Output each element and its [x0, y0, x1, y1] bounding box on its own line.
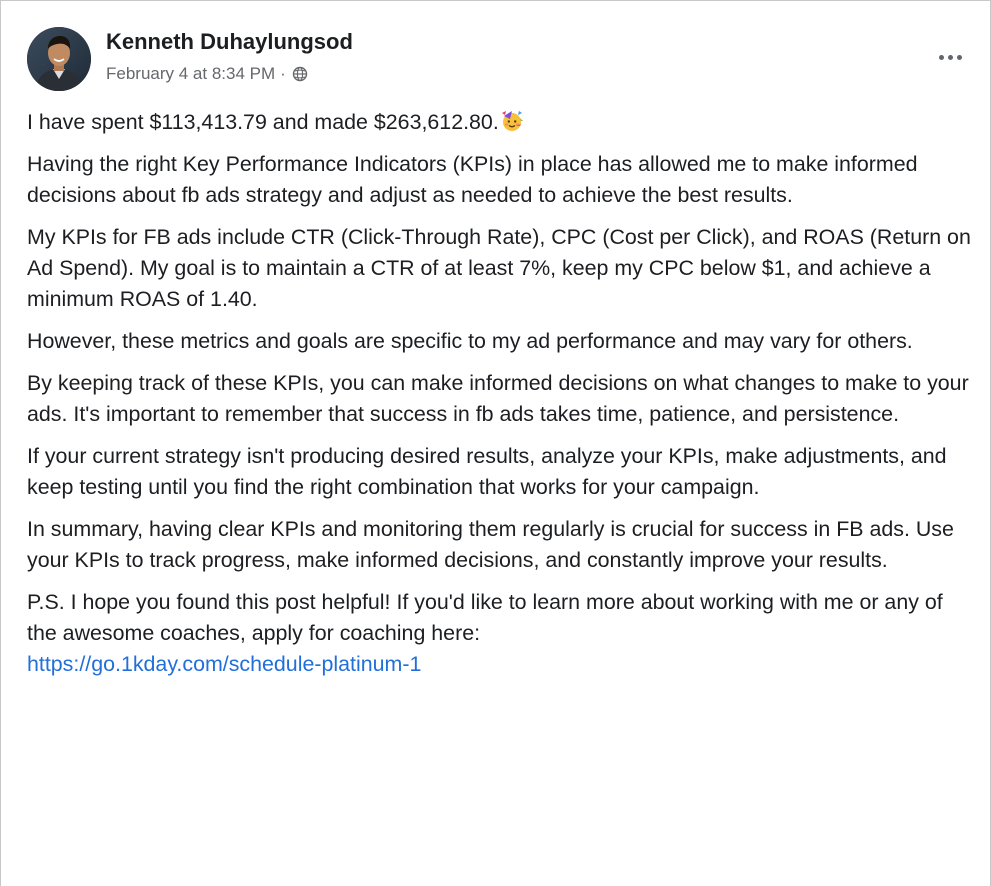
post-paragraph: By keeping track of these KPIs, you can … [27, 371, 969, 426]
post-paragraph: I have spent $113,413.79 and made $263,6… [27, 107, 977, 138]
post-paragraph: P.S. I hope you found this post helpful!… [27, 590, 943, 676]
author-name[interactable]: Kenneth Duhaylungsod [106, 29, 353, 55]
meta-separator: · [280, 64, 286, 83]
facebook-post: Kenneth Duhaylungsod February 4 at 8:34 … [0, 0, 991, 886]
post-paragraph: In summary, having clear KPIs and monito… [27, 517, 954, 572]
post-paragraph: My KPIs for FB ads include CTR (Click-Th… [27, 225, 971, 311]
avatar[interactable] [27, 27, 91, 91]
more-options-icon [947, 54, 953, 60]
more-options-button[interactable] [930, 43, 970, 71]
coaching-link[interactable]: https://go.1kday.com/schedule-platinum-1 [27, 652, 421, 676]
post-paragraph: However, these metrics and goals are spe… [27, 329, 913, 353]
post-paragraph: Having the right Key Performance Indicat… [27, 152, 918, 207]
party-face-emoji-icon [500, 109, 524, 133]
globe-icon[interactable] [292, 66, 308, 82]
post-meta: February 4 at 8:34 PM · [106, 64, 308, 84]
more-options-icon [956, 54, 962, 60]
post-body: I have spent $113,413.79 and made $263,6… [27, 107, 977, 691]
avatar-image [27, 27, 91, 91]
post-timestamp[interactable]: February 4 at 8:34 PM [106, 64, 275, 84]
more-options-icon [938, 54, 944, 60]
post-paragraph: If your current strategy isn't producing… [27, 444, 947, 499]
